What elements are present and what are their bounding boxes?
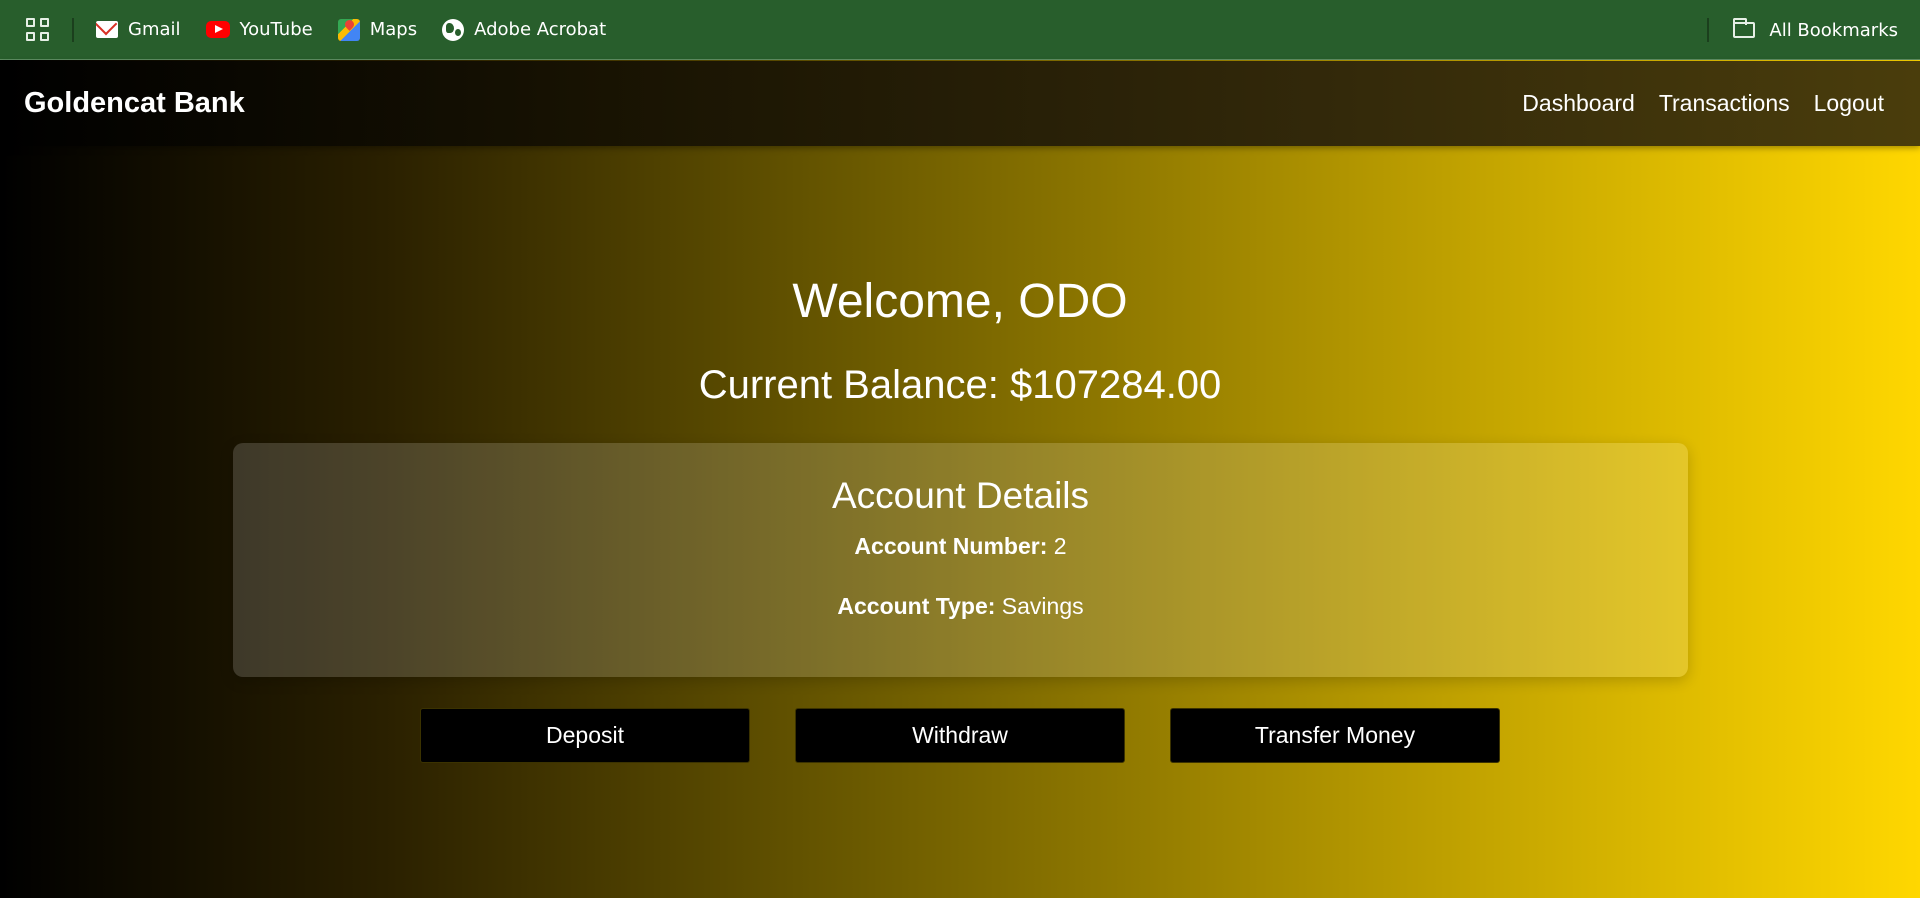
transfer-money-button[interactable]: Transfer Money xyxy=(1170,708,1500,763)
bookmarks-right: All Bookmarks xyxy=(1707,0,1920,60)
bookmarks-divider xyxy=(1707,18,1710,42)
brand-logo[interactable]: Goldencat Bank xyxy=(24,61,245,146)
apps-grid-icon[interactable] xyxy=(26,17,50,42)
all-bookmarks-label: All Bookmarks xyxy=(1769,19,1898,41)
bookmark-adobe-acrobat[interactable]: Adobe Acrobat xyxy=(442,18,607,41)
bookmark-label: Adobe Acrobat xyxy=(474,19,607,40)
gmail-icon xyxy=(96,21,118,38)
bookmarks-divider xyxy=(72,17,74,42)
account-details-card: Account Details Account Number: 2 Accoun… xyxy=(233,443,1688,677)
bookmark-gmail[interactable]: Gmail xyxy=(96,19,181,40)
bookmark-label: Maps xyxy=(369,19,418,40)
account-details-title: Account Details xyxy=(831,475,1090,516)
withdraw-button[interactable]: Withdraw xyxy=(795,708,1125,763)
bookmark-label: YouTube xyxy=(239,19,313,40)
nav-dashboard-link[interactable]: Dashboard xyxy=(1522,90,1635,117)
bookmark-label: Gmail xyxy=(128,19,181,40)
account-type-label: Account Type: xyxy=(837,593,996,619)
site-header: Goldencat Bank Dashboard Transactions Lo… xyxy=(0,61,1920,146)
bookmark-maps[interactable]: Maps xyxy=(337,18,418,41)
account-number-value: 2 xyxy=(1053,533,1067,559)
bookmark-youtube[interactable]: YouTube xyxy=(205,19,313,40)
account-number-label: Account Number: xyxy=(854,533,1048,559)
welcome-heading: Welcome, ODO xyxy=(792,275,1128,328)
globe-icon xyxy=(442,18,465,41)
account-actions: Deposit Withdraw Transfer Money xyxy=(0,708,1920,763)
account-number-row: Account Number: 2 xyxy=(233,531,1688,561)
account-type-value: Savings xyxy=(1001,593,1084,619)
balance-label: Current Balance: xyxy=(698,363,1010,407)
account-type-row: Account Type: Savings xyxy=(233,591,1688,621)
all-bookmarks-button[interactable]: All Bookmarks xyxy=(1733,18,1898,41)
nav-logout-link[interactable]: Logout xyxy=(1814,90,1884,117)
maps-icon xyxy=(337,18,360,41)
balance-value: $107284.00 xyxy=(1009,363,1222,407)
current-balance: Current Balance: $107284.00 xyxy=(0,360,1920,410)
nav-transactions-link[interactable]: Transactions xyxy=(1659,90,1790,117)
deposit-button[interactable]: Deposit xyxy=(420,708,750,763)
bookmarks-bar: Gmail YouTube Maps Adobe Acrobat All Boo… xyxy=(0,0,1920,60)
folder-icon xyxy=(1733,18,1756,38)
youtube-icon xyxy=(205,21,230,38)
nav-links: Dashboard Transactions Logout xyxy=(1498,61,1884,146)
